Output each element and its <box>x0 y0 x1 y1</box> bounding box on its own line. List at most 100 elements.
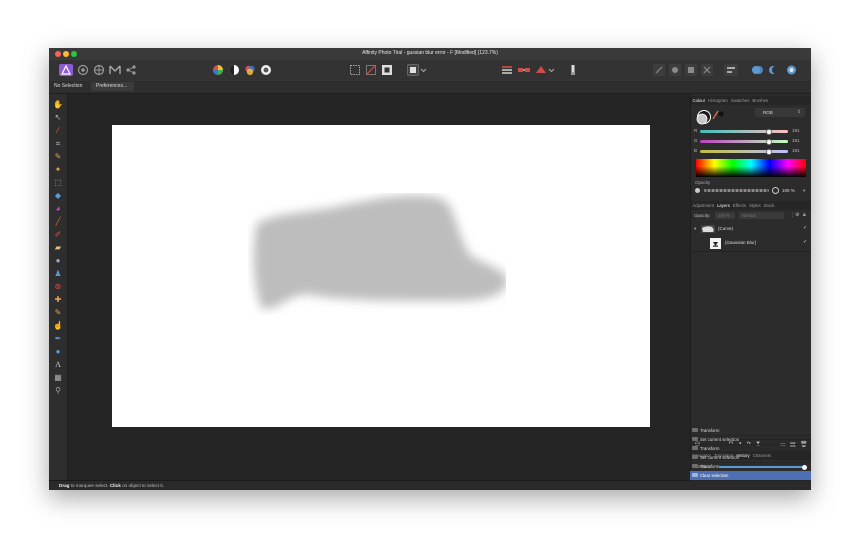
sub-brush-icon-1[interactable] <box>653 64 665 76</box>
tone-mapping-persona-icon[interactable] <box>109 64 121 76</box>
layer-settings-gear-icon[interactable]: ⚙ <box>795 212 799 218</box>
sub-brush-icon-4[interactable] <box>701 64 713 76</box>
marquee-select-icon[interactable] <box>349 64 361 76</box>
boolean-add-icon[interactable] <box>751 64 764 76</box>
dodge-icon[interactable]: ● <box>53 256 63 266</box>
selection-brush-icon[interactable]: ✎ <box>53 152 63 162</box>
photo-persona-icon[interactable] <box>59 64 73 76</box>
invert-selection-icon[interactable] <box>381 64 393 76</box>
boolean-intersect-icon[interactable] <box>785 64 798 76</box>
boolean-subtract-icon[interactable] <box>768 64 781 76</box>
tab-histogram[interactable]: Histogram <box>707 96 730 103</box>
paint-brush-icon[interactable]: ╱ <box>53 217 63 227</box>
selection-status: No Selection <box>54 83 83 89</box>
blue-slider[interactable] <box>700 148 788 155</box>
layer-opacity-field[interactable]: 100 % <box>715 212 735 219</box>
move-icon[interactable]: ↖ <box>53 113 63 123</box>
colour-swatches[interactable] <box>694 106 724 126</box>
blurred-curve-shape[interactable] <box>112 125 650 427</box>
crop-icon[interactable]: ⌗ <box>53 139 63 149</box>
mesh-warp-icon[interactable]: ▦ <box>53 373 63 383</box>
text-icon[interactable]: A <box>53 360 63 370</box>
canvas-area[interactable] <box>68 94 690 480</box>
layers-divider <box>691 251 811 252</box>
auto-colours-icon[interactable] <box>244 64 256 76</box>
blue-value[interactable]: 191 <box>792 148 800 153</box>
tab-layers[interactable]: Layers <box>716 201 732 208</box>
alignment-icon[interactable] <box>724 64 738 76</box>
erase-brush-icon[interactable]: ▰ <box>53 243 63 253</box>
status-bar: Drag to marquee select. Click on object … <box>49 480 811 490</box>
green-channel-label: G <box>694 138 698 143</box>
snapping-icon[interactable] <box>518 64 530 76</box>
layer-opacity-value: 100 % <box>718 213 730 218</box>
tab-styles[interactable]: Styles <box>747 201 762 208</box>
green-value[interactable]: 191 <box>792 138 800 143</box>
assistant-dropdown[interactable] <box>534 64 556 76</box>
document-canvas[interactable] <box>112 125 650 427</box>
app-window: Affinity Photo Trial - gussian blur erro… <box>49 48 811 490</box>
tab-colour[interactable]: Colour <box>691 96 707 103</box>
auto-contrast-icon[interactable] <box>228 64 240 76</box>
blend-mode-select[interactable]: Normal <box>739 212 784 219</box>
flood-fill-icon[interactable]: ◆ <box>53 191 63 201</box>
inpainting-icon[interactable]: ✎ <box>53 308 63 318</box>
pixel-tool-icon[interactable]: ✐ <box>53 230 63 240</box>
color-picker-icon[interactable]: ⁄ <box>53 126 63 136</box>
layer-visible-check-icon[interactable]: ✓ <box>803 225 807 231</box>
develop-persona-icon[interactable] <box>93 64 105 76</box>
opacity-value[interactable]: 100 % <box>782 188 795 193</box>
colour-mode-select[interactable]: RGB ⇕ <box>755 108 805 117</box>
hand-icon[interactable]: ✋ <box>53 100 63 110</box>
sub-brush-icon-3[interactable] <box>685 64 697 76</box>
colour-spectrum[interactable] <box>696 159 806 177</box>
tab-swatches[interactable]: Swatches <box>729 96 751 103</box>
tab-brushes[interactable]: Brushes <box>751 96 770 103</box>
curve-layer-thumbnail <box>701 225 715 233</box>
colour-panel-tabs: Colour Histogram Swatches Brushes <box>691 96 811 105</box>
opacity-slider-knob[interactable] <box>772 187 779 194</box>
layer-expand-chevron-icon[interactable]: ▾ <box>694 226 696 232</box>
pen-icon[interactable]: ✒ <box>53 334 63 344</box>
history-item-selected[interactable]: Clear selection <box>690 471 811 481</box>
shape-icon[interactable]: ● <box>53 347 63 357</box>
zoom-icon[interactable]: ⚲ <box>53 386 63 396</box>
blue-slider-knob[interactable] <box>766 148 772 155</box>
tab-stock[interactable]: Stock <box>762 201 776 208</box>
red-slider[interactable] <box>700 128 788 135</box>
auto-levels-icon[interactable] <box>212 64 224 76</box>
sub-brush-icon-2[interactable] <box>669 64 681 76</box>
quick-mask-dropdown[interactable] <box>407 64 427 76</box>
gradient-icon[interactable]: ◕ <box>53 204 63 214</box>
tab-adjustment[interactable]: Adjustment <box>691 201 716 208</box>
deselect-icon[interactable] <box>365 64 377 76</box>
smudge-icon[interactable]: ☝ <box>53 321 63 331</box>
red-eye-icon[interactable]: ⊛ <box>53 282 63 292</box>
layer-row-gaussian-blur[interactable]: (Gaussian Blur) ✓ <box>691 237 811 250</box>
clone-icon[interactable]: ♟ <box>53 269 63 279</box>
export-persona-icon[interactable] <box>125 64 137 76</box>
preferences-button[interactable]: Preferences... <box>91 82 134 91</box>
history-item-icon <box>692 446 698 450</box>
green-slider-knob[interactable] <box>766 138 772 145</box>
green-slider[interactable] <box>700 138 788 145</box>
opacity-slider[interactable] <box>704 189 769 192</box>
brush-preview-icon[interactable] <box>567 64 579 76</box>
layer-lock-icon[interactable]: 🔒︎ <box>803 212 806 218</box>
liquify-persona-icon[interactable] <box>77 64 89 76</box>
red-value[interactable]: 191 <box>792 128 800 133</box>
history-item-label: Transform <box>700 464 720 469</box>
gaussian-blur-thumbnail <box>710 238 721 249</box>
red-channel-label: R <box>694 128 698 133</box>
layer-visible-check-icon[interactable]: ✓ <box>803 239 807 245</box>
opacity-chevron-icon[interactable]: ▾ <box>803 188 805 194</box>
marquee-icon[interactable]: ⬚ <box>53 178 63 188</box>
healing-icon[interactable]: ✚ <box>53 295 63 305</box>
history-item-label: Set current selection <box>700 455 740 460</box>
arrange-icon[interactable] <box>501 64 513 76</box>
flood-select-icon[interactable]: ✦ <box>53 165 63 175</box>
tab-effects[interactable]: Effects <box>731 201 747 208</box>
layer-row-curve[interactable]: ▾ (Curve) ✓ <box>691 223 811 236</box>
red-slider-knob[interactable] <box>766 128 772 135</box>
auto-white-balance-icon[interactable] <box>260 64 272 76</box>
